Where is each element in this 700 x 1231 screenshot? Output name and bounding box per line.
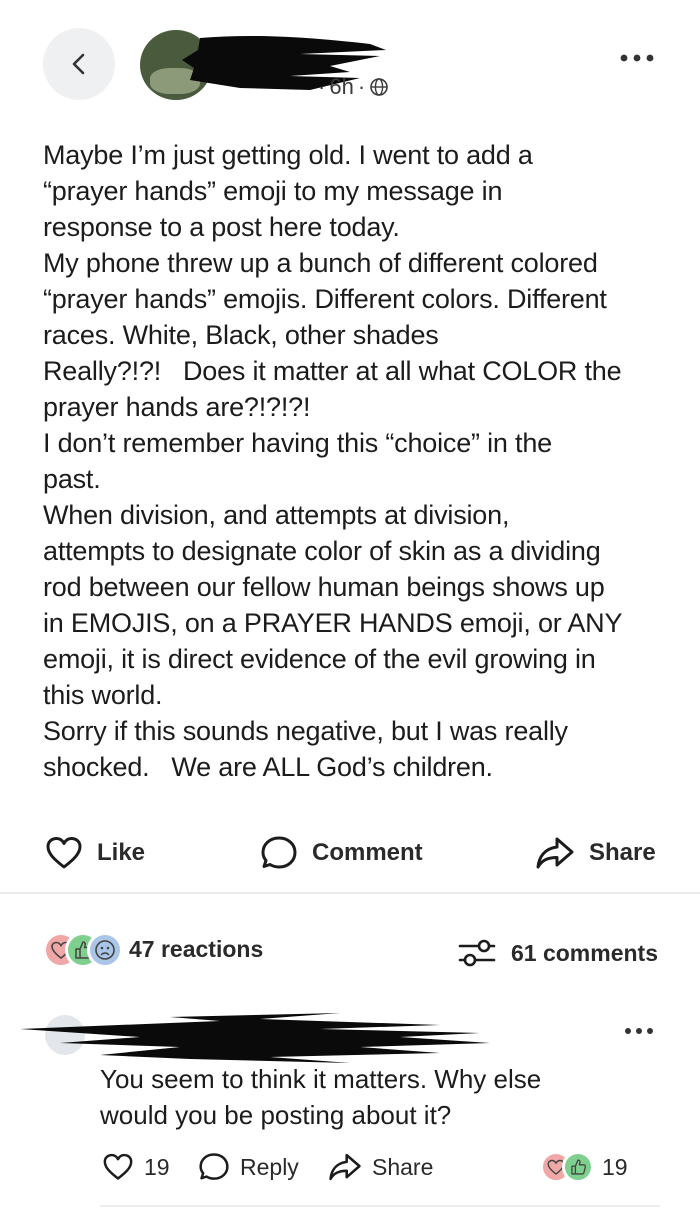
comment-reaction-count: 19	[602, 1153, 628, 1180]
comment-reaction-bubbles	[540, 1151, 596, 1183]
comment-label: Comment	[312, 839, 423, 866]
post-line: Sorry if this sounds negative, but I was…	[43, 716, 568, 746]
comment-reactions[interactable]: 19	[540, 1147, 628, 1187]
back-button[interactable]	[43, 28, 115, 100]
globe-icon	[370, 78, 388, 96]
post-time: 6h	[329, 74, 354, 99]
section-divider	[0, 892, 700, 894]
post-line: Maybe I’m just getting old. I went to ad…	[43, 140, 533, 170]
post-line: When division, and attempts at division,	[43, 500, 510, 530]
comment-divider	[100, 1205, 660, 1207]
post-line: prayer hands are?!?!?!	[43, 392, 311, 422]
comment-share-label: Share	[372, 1153, 434, 1180]
post-line: “prayer hands” emojis. Different colors.…	[43, 284, 607, 314]
share-label: Share	[589, 839, 656, 866]
reactions-summary: 47 reactions 61 comments	[43, 928, 658, 974]
thumbs-up-reaction-icon	[562, 1151, 594, 1183]
comment-actions: 19 Reply Share 19	[100, 1147, 630, 1187]
reply-label: Reply	[240, 1153, 299, 1180]
share-button[interactable]: Share	[535, 828, 656, 878]
post-line: races. White, Black, other shades	[43, 320, 439, 350]
comment-line: would you be posting about it?	[100, 1100, 452, 1130]
post-line: Really?!?! Does it matter at all what CO…	[43, 356, 622, 386]
comment-item: You seem to think it matters. Why else w…	[0, 1005, 700, 1231]
heart-icon	[46, 837, 82, 869]
heart-icon	[103, 1153, 133, 1180]
reply-button[interactable]: Reply	[198, 1147, 299, 1187]
reaction-bubbles[interactable]	[43, 932, 123, 968]
share-arrow-icon	[536, 837, 574, 869]
more-dots-icon[interactable]	[619, 52, 655, 64]
reactions-count[interactable]: 47 reactions	[129, 936, 263, 963]
post-line: emoji, it is direct evidence of the evil…	[43, 644, 596, 674]
chevron-left-icon	[72, 53, 85, 75]
comment-button[interactable]: Comment	[260, 828, 423, 878]
meta-separator: ·	[357, 74, 366, 99]
post-body: Maybe I’m just getting old. I went to ad…	[43, 137, 663, 785]
post-line: My phone threw up a bunch of different c…	[43, 248, 598, 278]
comment-line: You seem to think it matters. Why else	[100, 1064, 542, 1094]
comments-count-label: 61 comments	[510, 939, 658, 966]
post-line: “prayer hands” emoji to my message in	[43, 176, 503, 206]
post-line: this world.	[43, 680, 163, 710]
post-line: attempts to designate color of skin as a…	[43, 536, 601, 566]
meta-separator: ·	[318, 74, 326, 99]
post-line: shocked. We are ALL God’s children.	[43, 752, 493, 782]
comment-like-count: 19	[144, 1153, 170, 1180]
sliders-icon	[458, 939, 496, 967]
speech-bubble-icon	[199, 1153, 229, 1180]
comment-share-button[interactable]: Share	[328, 1147, 433, 1187]
comment-like-button[interactable]: 19	[102, 1147, 170, 1187]
post-meta: · 6h ·	[318, 74, 389, 100]
post-line: past.	[43, 464, 101, 494]
share-arrow-icon	[329, 1153, 361, 1181]
comment-text: You seem to think it matters. Why else w…	[100, 1061, 660, 1133]
like-label: Like	[97, 839, 146, 866]
more-dots-icon[interactable]	[623, 1025, 655, 1037]
speech-bubble-icon	[261, 836, 297, 869]
post-line: rod between our fellow human beings show…	[43, 572, 605, 602]
like-button[interactable]: Like	[45, 828, 145, 878]
post-line: in EMOJIS, on a PRAYER HANDS emoji, or A…	[43, 608, 623, 638]
comments-count[interactable]: 61 comments	[457, 936, 658, 970]
post-action-bar: Like Comment Share	[0, 828, 700, 878]
post-line: I don’t remember having this “choice” in…	[43, 428, 552, 458]
redacted-commenter-name	[20, 1013, 490, 1063]
sad-reaction-icon	[87, 932, 123, 968]
post-header: · 6h ·	[0, 0, 700, 120]
post-line: response to a post here today.	[43, 212, 400, 242]
